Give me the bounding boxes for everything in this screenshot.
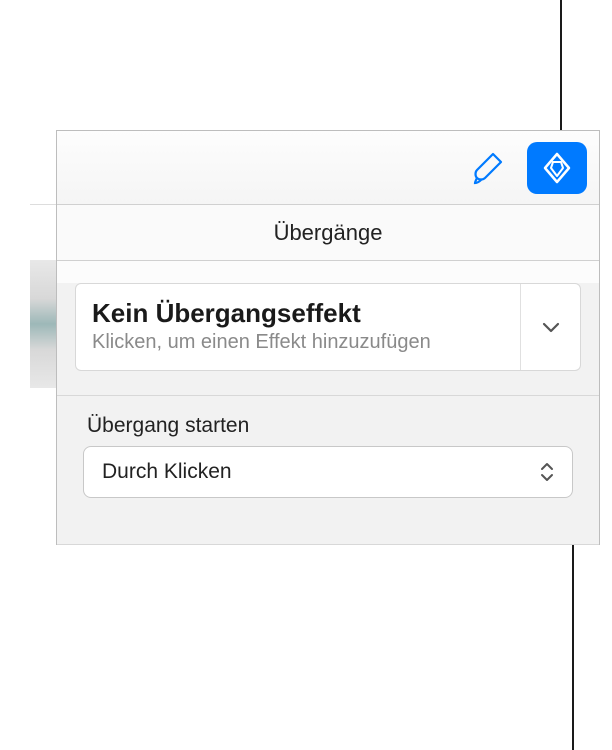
start-transition-label: Übergang starten — [75, 396, 581, 446]
effect-subtitle: Klicken, um einen Effekt hinzuzufügen — [92, 331, 504, 354]
format-tab-button[interactable] — [459, 142, 519, 194]
animate-diamond-icon — [537, 148, 577, 188]
transitions-tab-label: Übergänge — [274, 220, 383, 246]
effect-chevron-button[interactable] — [520, 284, 580, 370]
effect-info: Kein Übergangseffekt Klicken, um einen E… — [76, 284, 520, 370]
transitions-tab[interactable]: Übergänge — [57, 205, 599, 261]
inspector-panel: Übergänge Kein Übergangseffekt Klicken, … — [56, 130, 600, 545]
transition-effect-selector[interactable]: Kein Übergangseffekt Klicken, um einen E… — [75, 283, 581, 371]
divider-bottom — [57, 544, 599, 545]
start-transition-value: Durch Klicken — [102, 460, 232, 484]
start-transition-select[interactable]: Durch Klicken — [83, 446, 573, 498]
inspector-toolbar — [57, 131, 599, 205]
select-arrows-icon — [530, 452, 564, 492]
transitions-content: Kein Übergangseffekt Klicken, um einen E… — [57, 283, 599, 545]
effect-title: Kein Übergangseffekt — [92, 298, 504, 329]
format-brush-icon — [471, 150, 507, 186]
slide-navigator-strip — [30, 130, 56, 388]
callout-line-top — [560, 0, 562, 138]
start-transition-section: Übergang starten Durch Klicken — [57, 396, 599, 544]
chevron-down-icon — [540, 316, 562, 338]
animate-tab-button[interactable] — [527, 142, 587, 194]
